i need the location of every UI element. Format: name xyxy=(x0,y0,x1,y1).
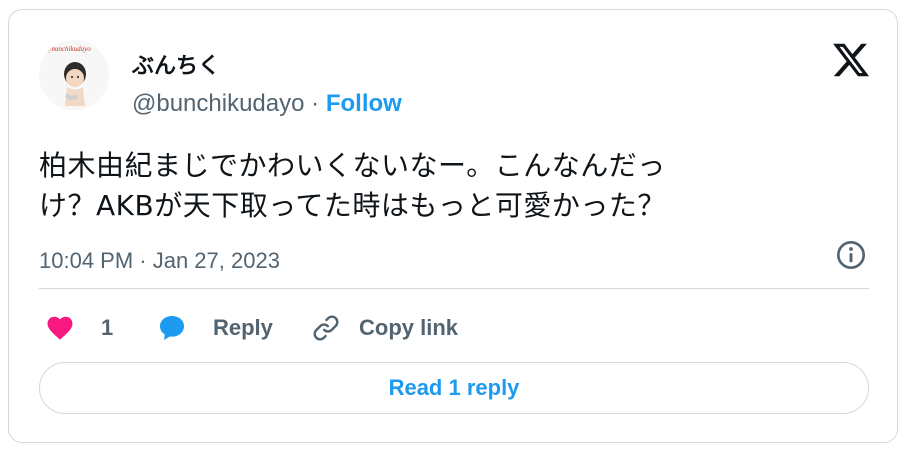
reply-button[interactable]: Reply xyxy=(155,310,273,346)
tweet-text: 柏木由紀まじでかわいくないなー。こんなんだっ け？AKBが天下取ってた時はもっと… xyxy=(39,146,839,226)
like-count: 1 xyxy=(101,315,114,340)
divider xyxy=(39,288,869,289)
info-icon[interactable] xyxy=(835,239,867,271)
separator: · xyxy=(311,90,320,117)
timestamp[interactable]: 10:04 PM · Jan 27, 2023 xyxy=(39,248,280,274)
heart-icon xyxy=(47,316,73,340)
reply-bubble-icon xyxy=(160,316,184,340)
tweet-text-line: け？AKBが天下取ってた時はもっと可愛かった？ xyxy=(39,189,666,222)
copy-link-label: Copy link xyxy=(359,315,459,340)
read-replies-button[interactable]: Read 1 reply xyxy=(39,362,869,414)
tweet-text-line: 柏木由紀まじでかわいくないなー。こんなんだっ xyxy=(39,149,666,182)
x-logo-icon[interactable] xyxy=(831,40,871,80)
follow-link[interactable]: Follow xyxy=(326,90,402,117)
handle-row: @bunchikudayo · Follow xyxy=(132,90,402,118)
link-icon xyxy=(313,315,339,341)
reply-label: Reply xyxy=(213,315,273,340)
copy-link-button[interactable]: Copy link xyxy=(309,310,458,346)
avatar-caption: @bunchikudayo xyxy=(45,45,91,53)
avatar[interactable]: @bunchikudayo xyxy=(39,40,109,110)
handle[interactable]: @bunchikudayo xyxy=(132,90,304,117)
display-name[interactable]: ぶんちく xyxy=(132,48,220,80)
like-button[interactable]: 1 xyxy=(43,310,113,346)
tweet-card: @bunchikudayo ぶんちく @bunchikudayo · Follo… xyxy=(8,9,898,443)
